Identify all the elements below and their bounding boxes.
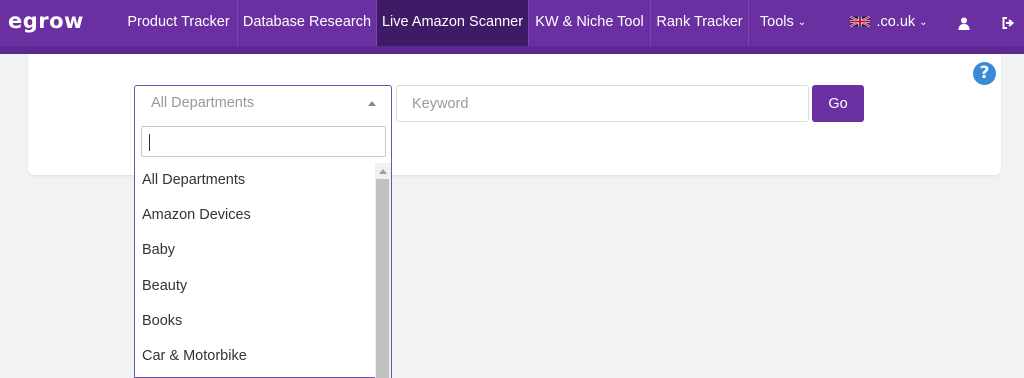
dropdown-option[interactable]: Amazon Devices [135, 198, 375, 233]
uk-flag-icon [850, 15, 871, 28]
nav-label: KW & Niche Tool [535, 14, 644, 30]
dropdown-search-input[interactable] [141, 126, 386, 157]
user-icon [958, 17, 970, 30]
go-button[interactable]: Go [812, 85, 864, 122]
caret-up-icon [368, 101, 376, 106]
marketplace-selector[interactable]: .co.uk ⌄ [838, 0, 940, 46]
chevron-down-icon: ⌄ [797, 17, 807, 28]
text-cursor [149, 134, 150, 151]
nav-label: Tools [759, 14, 794, 30]
nav-database-research[interactable]: Database Research [238, 0, 377, 46]
nav-product-tracker[interactable]: Product Tracker [120, 0, 238, 46]
logout-button[interactable] [988, 0, 1024, 46]
user-account-button[interactable] [944, 0, 984, 46]
keyword-input[interactable] [396, 85, 809, 122]
marketplace-label: .co.uk [876, 14, 916, 30]
dropdown-options-list: All Departments Amazon Devices Baby Beau… [135, 163, 375, 374]
egrow-logo[interactable]: egrow [8, 8, 84, 34]
dropdown-option[interactable]: Beauty [135, 269, 375, 304]
department-select[interactable]: All Departments [134, 85, 392, 122]
top-navbar: egrow Product Tracker Database Research … [0, 0, 1024, 54]
scrollbar-thumb[interactable] [376, 179, 389, 378]
logo-text: egrow [8, 9, 84, 33]
dropdown-option[interactable]: Baby [135, 233, 375, 268]
nav-label: Live Amazon Scanner [381, 14, 524, 30]
chevron-down-icon: ⌄ [919, 17, 928, 28]
department-dropdown: All Departments Amazon Devices Baby Beau… [134, 122, 392, 378]
dropdown-option[interactable]: All Departments [135, 163, 375, 198]
scroll-up-arrow-icon[interactable] [379, 169, 387, 174]
nav-label: Database Research [242, 14, 372, 30]
nav-label: Rank Tracker [656, 14, 743, 30]
logout-icon [1002, 17, 1014, 29]
help-icon[interactable]: ? [973, 62, 996, 85]
department-selected-value: All Departments [151, 95, 255, 111]
nav-kw-niche-tool[interactable]: KW & Niche Tool [529, 0, 651, 46]
dropdown-option[interactable]: Books [135, 304, 375, 339]
dropdown-scrollbar[interactable] [375, 163, 391, 378]
nav-tools-dropdown[interactable]: Tools ⌄ [749, 0, 817, 46]
dropdown-option[interactable]: Car & Motorbike [135, 339, 375, 374]
nav-rank-tracker[interactable]: Rank Tracker [651, 0, 749, 46]
nav-live-amazon-scanner[interactable]: Live Amazon Scanner [377, 0, 529, 46]
nav-label: Product Tracker [127, 14, 230, 30]
